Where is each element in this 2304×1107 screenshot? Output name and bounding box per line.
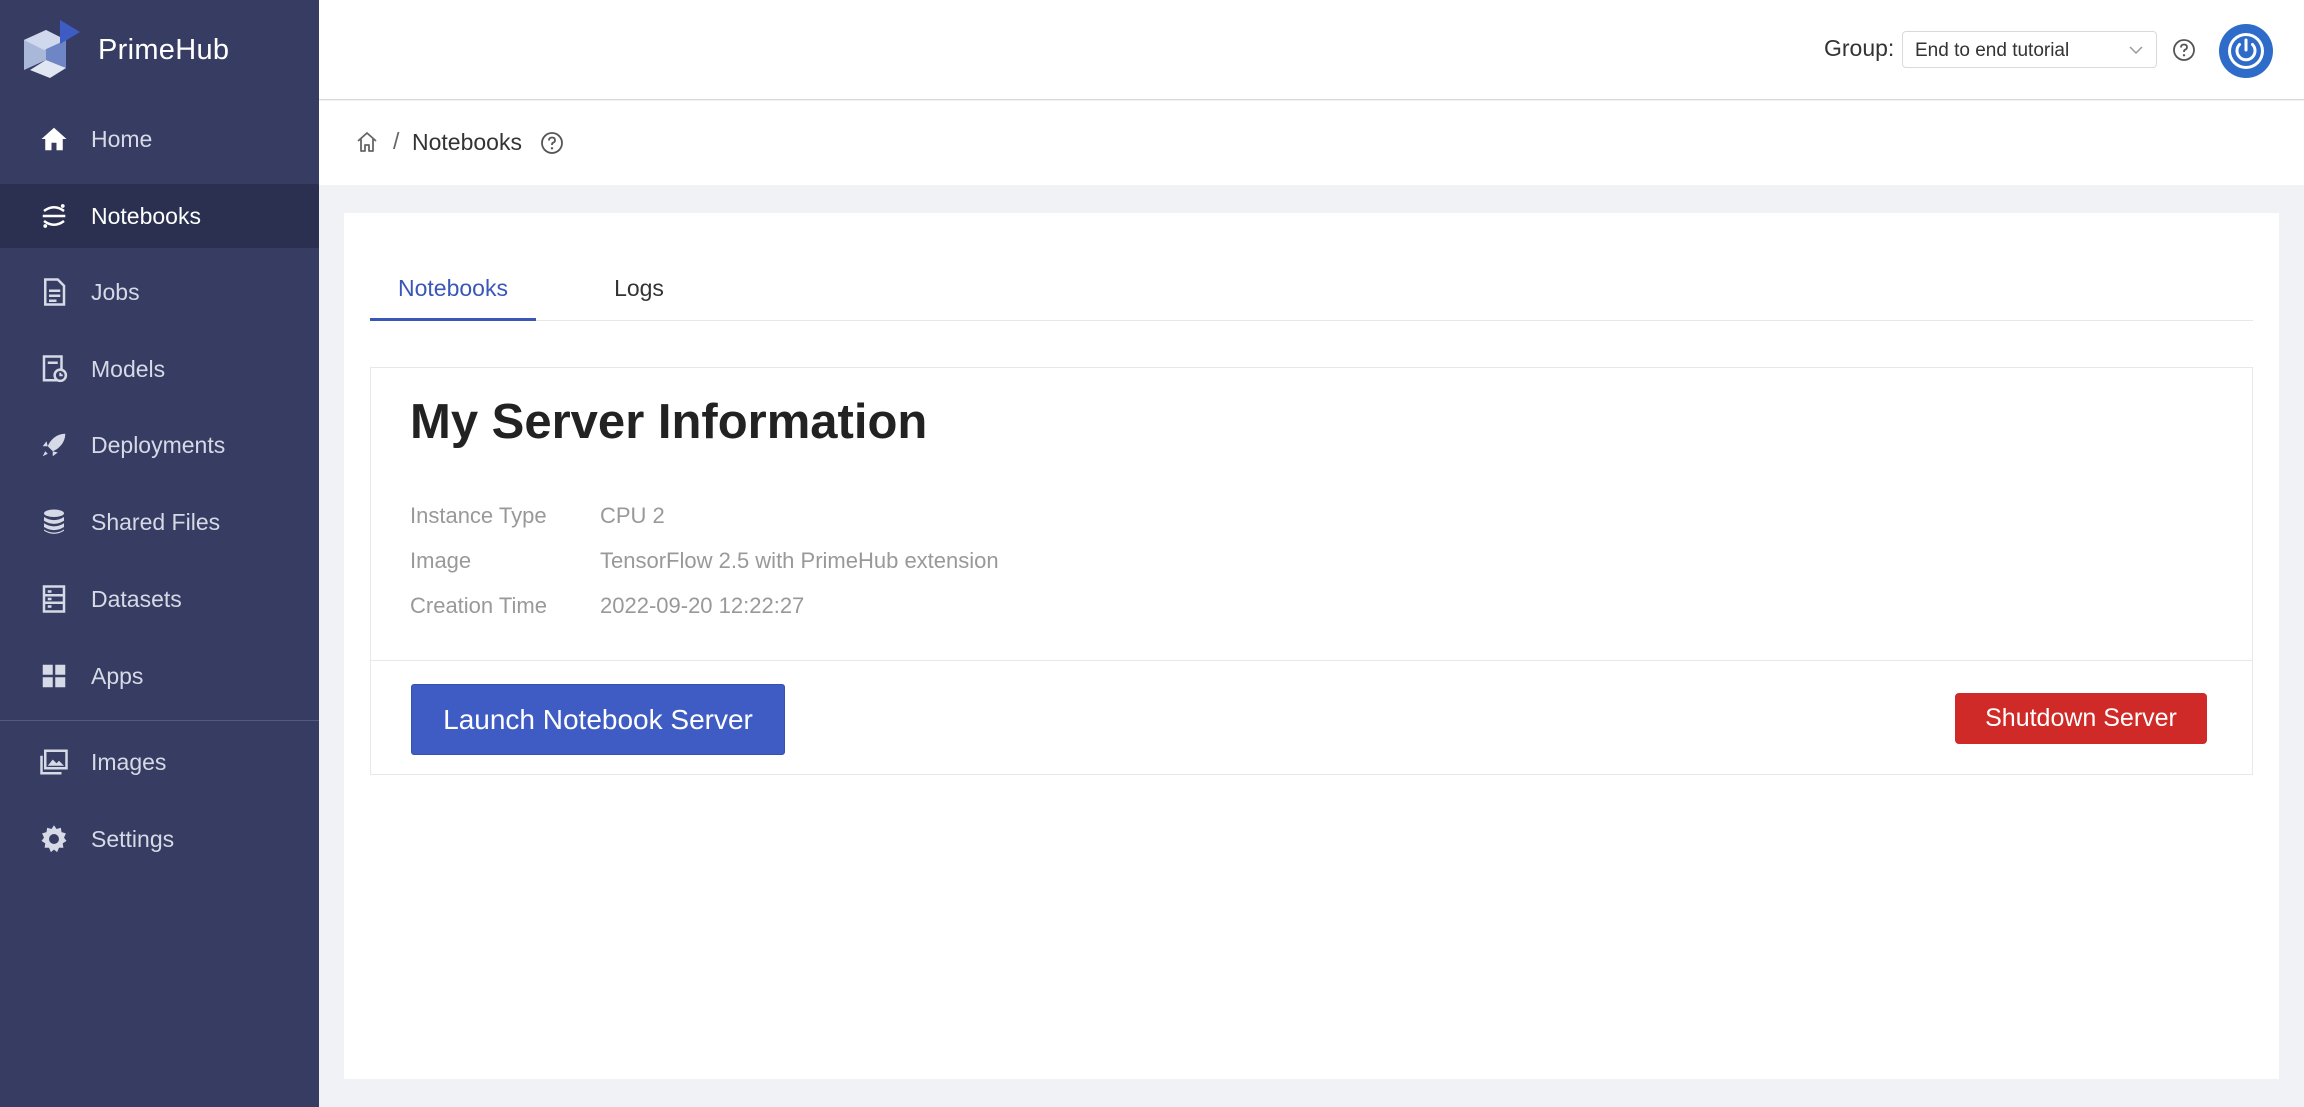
card-divider (371, 660, 2252, 661)
launch-notebook-server-button[interactable]: Launch Notebook Server (411, 684, 785, 755)
info-value: CPU 2 (600, 503, 665, 528)
info-value: TensorFlow 2.5 with PrimeHub extension (600, 548, 999, 573)
gear-icon (38, 823, 70, 855)
group-select[interactable]: End to end tutorial (1902, 31, 2157, 68)
sidebar-item-home[interactable]: Home (0, 107, 319, 171)
models-icon (38, 353, 70, 385)
sidebar-item-label: Notebooks (91, 202, 201, 229)
apps-icon (38, 660, 70, 692)
breadcrumb-separator: / (393, 128, 400, 154)
sidebar-item-images[interactable]: Images (0, 730, 319, 794)
sidebar-item-label: Home (91, 125, 153, 152)
info-value: 2022-09-20 12:22:27 (600, 593, 805, 618)
database-icon (38, 506, 70, 538)
info-key: Image (410, 548, 472, 573)
app-name: PrimeHub (98, 33, 230, 66)
sidebar-item-label: Jobs (91, 278, 140, 305)
tab-bar: Notebooks Logs (370, 261, 2253, 321)
info-key: Creation Time (410, 593, 547, 618)
main-content: Notebooks Logs My Server Information Ins… (344, 213, 2279, 1079)
server-info-title: My Server Information (410, 395, 928, 449)
datasets-icon (38, 583, 70, 615)
jupyter-icon (38, 200, 70, 232)
power-icon (2228, 33, 2264, 69)
home-icon[interactable] (355, 130, 379, 154)
sidebar-item-deployments[interactable]: Deployments (0, 413, 319, 477)
breadcrumb-current: Notebooks (412, 129, 522, 155)
primehub-logo-icon (24, 20, 80, 78)
sidebar-item-settings[interactable]: Settings (0, 807, 319, 871)
sidebar-item-label: Settings (91, 825, 175, 852)
server-info-card: My Server Information Instance Type CPU … (370, 367, 2253, 775)
sidebar-item-notebooks[interactable]: Notebooks (0, 184, 319, 248)
jobs-icon (38, 276, 70, 308)
sidebar-item-label: Apps (91, 662, 144, 689)
breadcrumb: / Notebooks (319, 101, 2304, 185)
chevron-down-icon (2129, 46, 2143, 55)
sidebar-item-shared-files[interactable]: Shared Files (0, 490, 319, 554)
home-icon (38, 123, 70, 155)
tab-notebooks[interactable]: Notebooks (370, 261, 536, 321)
sidebar-divider (0, 720, 319, 721)
help-icon[interactable] (2172, 38, 2196, 62)
shutdown-server-button[interactable]: Shutdown Server (1955, 693, 2207, 744)
sidebar-item-label: Shared Files (91, 508, 221, 535)
logout-button[interactable] (2219, 24, 2273, 78)
rocket-icon (38, 429, 70, 461)
sidebar-item-models[interactable]: Models (0, 337, 319, 401)
sidebar-item-label: Deployments (91, 431, 226, 458)
sidebar-item-label: Models (91, 355, 166, 382)
sidebar-item-label: Datasets (91, 585, 182, 612)
group-select-value: End to end tutorial (1915, 40, 2070, 61)
sidebar-item-apps[interactable]: Apps (0, 644, 319, 708)
sidebar: PrimeHub Home Notebooks Jobs Models Depl… (0, 0, 319, 1107)
sidebar-item-datasets[interactable]: Datasets (0, 567, 319, 631)
top-header: Group: End to end tutorial (319, 0, 2304, 100)
tab-logs[interactable]: Logs (589, 261, 689, 321)
info-key: Instance Type (410, 503, 547, 528)
sidebar-item-label: Images (91, 748, 167, 775)
sidebar-item-jobs[interactable]: Jobs (0, 260, 319, 324)
app-logo[interactable]: PrimeHub (20, 18, 229, 82)
help-icon[interactable] (540, 131, 564, 155)
image-icon (38, 746, 70, 778)
group-label: Group: (1824, 35, 1895, 61)
